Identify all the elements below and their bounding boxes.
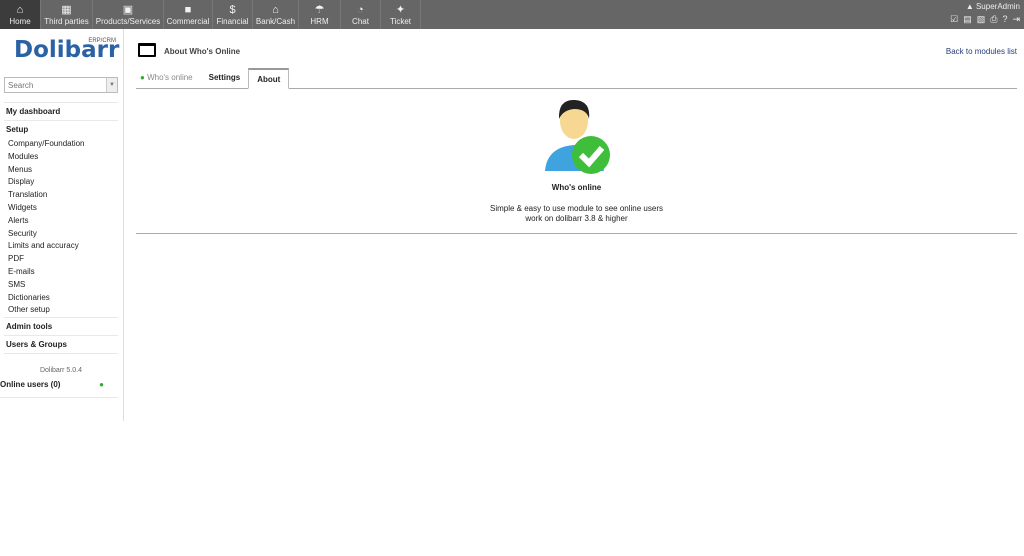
module-description-1: Simple & easy to use module to see onlin… — [490, 204, 663, 213]
map-icon[interactable]: ▧ — [977, 14, 986, 25]
user-area: ▲ SuperAdmin ☑ ▤ ▧ ⎙ ? ⇥ — [950, 2, 1020, 25]
menu-item-alerts[interactable]: Alerts — [4, 215, 118, 228]
online-user-icon: ● — [140, 73, 145, 82]
menu-item-display[interactable]: Display — [4, 176, 118, 189]
tab-settings[interactable]: Settings — [201, 68, 249, 88]
tab-about[interactable]: About — [248, 68, 290, 89]
menu-my-dashboard[interactable]: My dashboard — [4, 102, 118, 120]
topmenu-products-services[interactable]: ▣ Products/Services — [93, 0, 164, 29]
topmenu-bank-cash[interactable]: ⌂ Bank/Cash — [253, 0, 299, 29]
briefcase-icon: ■ — [184, 4, 192, 16]
topmenu-chat[interactable]: ◔ Chat — [341, 0, 381, 29]
menu-users-groups[interactable]: Users & Groups — [4, 335, 118, 353]
menu-item-sms[interactable]: SMS — [4, 279, 118, 292]
about-section: Who's online Simple & easy to use module… — [136, 97, 1017, 224]
building-icon: ▦ — [61, 4, 72, 16]
todo-icon[interactable]: ☑ — [950, 14, 958, 25]
module-name: Who's online — [551, 183, 602, 192]
menu-item-limits-and-accuracy[interactable]: Limits and accuracy — [4, 240, 118, 253]
topmenu-third-parties[interactable]: ▦ Third parties — [41, 0, 93, 29]
print-icon[interactable]: ⎙ — [990, 14, 997, 25]
tab-bar: ● Who's online Settings About — [136, 68, 1017, 89]
logout-icon[interactable]: ⇥ — [1012, 14, 1020, 25]
top-menu-bar: ⌂ Home ▦ Third parties ▣ Products/Services ■ Co… — [0, 0, 1024, 29]
home-icon: ⌂ — [16, 4, 24, 16]
divider — [136, 233, 1017, 234]
whos-online-user-check-icon — [544, 99, 610, 174]
topmenu-home[interactable]: ⌂ Home — [0, 0, 41, 29]
search-box: ▼ — [4, 77, 118, 93]
product-icon: ▣ — [122, 4, 134, 16]
module-description-2: work on dolibarr 3.8 & higher — [525, 214, 628, 223]
user-name[interactable]: ▲ SuperAdmin — [950, 2, 1020, 11]
help-icon[interactable]: ? — [1002, 14, 1007, 25]
menu-item-widgets[interactable]: Widgets — [4, 202, 118, 215]
menu-item-e-mails[interactable]: E-mails — [4, 266, 118, 279]
page-title: About Who's Online — [164, 47, 241, 56]
topmenu-financial[interactable]: $ Financial — [213, 0, 253, 29]
menu-item-modules[interactable]: Modules — [4, 151, 118, 164]
menu-item-pdf[interactable]: PDF — [4, 253, 118, 266]
menu-setup[interactable]: Setup — [4, 120, 118, 138]
version-label: Dolibarr 5.0.4 — [39, 367, 83, 375]
search-input[interactable] — [5, 78, 106, 92]
chevron-down-icon[interactable]: ▼ — [106, 78, 117, 92]
chat-icon: ◔ — [357, 4, 364, 16]
umbrella-icon: ☂ — [314, 4, 325, 16]
dolibarr-logo[interactable]: Dolibarr ERP/CRM — [14, 37, 119, 65]
online-users-label[interactable]: Online users (0) — [0, 380, 60, 389]
ticket-icon: ✦ — [395, 4, 406, 16]
online-user-icon: ● — [99, 380, 104, 390]
menu-item-company-foundation[interactable]: Company/Foundation — [4, 138, 118, 151]
menu-item-dictionaries[interactable]: Dictionaries — [4, 292, 118, 305]
tab-whos-online[interactable]: ● Who's online — [136, 68, 201, 88]
left-sidebar: DolibarrERP/CRM ▼ My dashboard Setup Com… — [0, 29, 124, 421]
back-to-modules-link[interactable]: Back to modules list — [946, 47, 1017, 56]
topmenu-ticket[interactable]: ✦ Ticket — [381, 0, 421, 29]
menu-admin-tools[interactable]: Admin tools — [4, 317, 118, 335]
topmenu-hrm[interactable]: ☂ HRM — [299, 0, 341, 29]
topmenu-commercial[interactable]: ■ Commercial — [164, 0, 213, 29]
folder-icon — [138, 43, 156, 57]
bank-icon: ⌂ — [272, 4, 279, 16]
menu-item-translation[interactable]: Translation — [4, 189, 118, 202]
menu-item-security[interactable]: Security — [4, 228, 118, 241]
menu-item-other-setup[interactable]: Other setup — [4, 304, 118, 317]
user-icon: ▲ — [965, 2, 974, 11]
menu-item-menus[interactable]: Menus — [4, 164, 118, 177]
calendar-icon[interactable]: ▤ — [963, 14, 972, 25]
dollar-icon: $ — [229, 4, 236, 16]
